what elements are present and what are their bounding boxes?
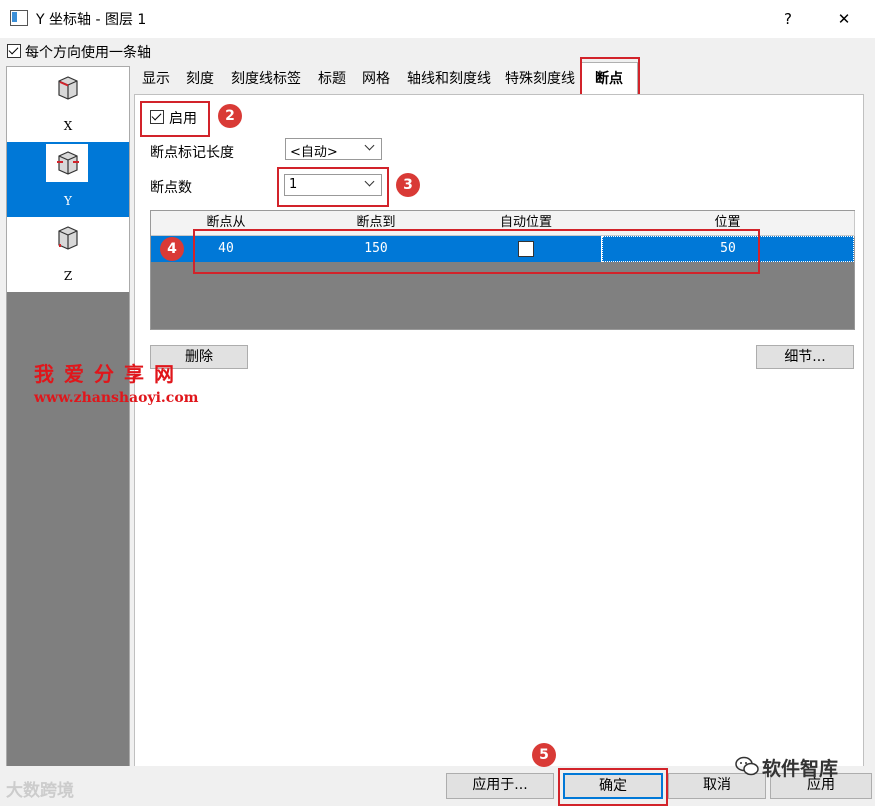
cancel-button[interactable]: 取消	[668, 773, 766, 799]
tab-tick-labels[interactable]: 刻度线标签	[222, 66, 311, 93]
wechat-icon	[735, 756, 759, 776]
cube-axis-icon	[57, 151, 79, 175]
watermark-brand: 软件智库	[762, 758, 839, 780]
axis-label-x: X	[63, 119, 73, 133]
marker-length-select[interactable]: <自动>	[285, 138, 382, 160]
one-axis-checkbox[interactable]	[7, 44, 21, 58]
highlight-box-row	[193, 229, 760, 274]
window-icon	[10, 10, 28, 26]
watermark-site-name: 我爱分享网	[34, 362, 184, 386]
tab-display[interactable]: 显示	[134, 66, 179, 93]
axis-item-x[interactable]: X	[7, 67, 129, 142]
tab-grids[interactable]: 网格	[354, 66, 399, 93]
axis-item-z[interactable]: Z	[7, 217, 129, 292]
axis-label-z: Z	[63, 269, 73, 283]
watermark-corner: 大数跨境	[6, 781, 74, 801]
ok-button[interactable]: 确定	[563, 773, 663, 799]
enable-checkbox[interactable]	[150, 110, 164, 124]
chevron-down-icon	[364, 176, 375, 187]
tab-title[interactable]: 标题	[310, 66, 355, 93]
cube-axis-icon	[58, 226, 78, 250]
annotation-badge-4: 4	[160, 237, 184, 261]
enable-label: 启用	[169, 111, 197, 127]
close-button[interactable]: ✕	[828, 6, 860, 32]
annotation-badge-2: 2	[218, 104, 242, 128]
chevron-down-icon	[364, 140, 375, 151]
break-count-label: 断点数	[150, 180, 192, 196]
marker-length-label: 断点标记长度	[150, 145, 234, 161]
one-axis-label: 每个方向使用一条轴	[25, 45, 151, 61]
annotation-badge-3: 3	[396, 173, 420, 197]
help-button[interactable]: ?	[774, 6, 802, 32]
break-count-value: 1	[289, 177, 298, 192]
breaks-panel	[134, 94, 864, 768]
axis-label-y: Y	[64, 194, 72, 208]
annotation-badge-5: 5	[532, 743, 556, 767]
detail-button[interactable]: 细节...	[756, 345, 854, 369]
title-bar: Y 坐标轴 - 图层 1 ? ✕	[0, 0, 875, 38]
tab-bar: 显示 刻度 刻度线标签 标题 网格 轴线和刻度线 特殊刻度线 断点	[134, 62, 854, 95]
axis-list: X Y Z	[6, 66, 130, 768]
watermark-site-url: www.zhanshaoyi.com	[34, 390, 199, 406]
axis-item-y[interactable]: Y	[7, 142, 129, 217]
marker-length-value: <自动>	[290, 145, 338, 160]
tab-special-ticks[interactable]: 特殊刻度线	[500, 66, 581, 93]
tab-scale[interactable]: 刻度	[178, 66, 223, 93]
tab-line-ticks[interactable]: 轴线和刻度线	[398, 66, 501, 93]
window-title: Y 坐标轴 - 图层 1	[36, 12, 147, 28]
apply-to-button[interactable]: 应用于...	[446, 773, 554, 799]
cube-axis-icon	[58, 76, 78, 100]
break-count-select[interactable]: 1	[284, 174, 382, 196]
